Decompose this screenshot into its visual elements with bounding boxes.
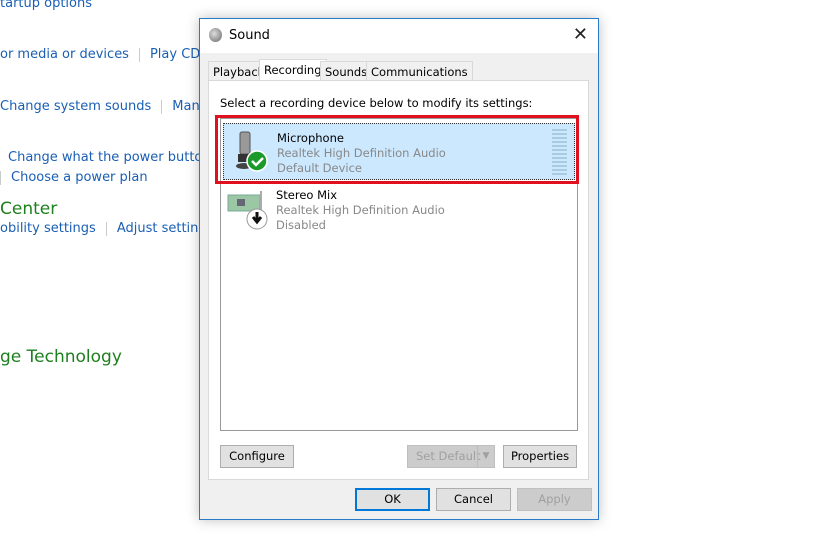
link-row: Choose a power plan: [0, 170, 148, 185]
sound-dialog: Sound ✕ Playback Recording Sounds Commun…: [199, 18, 599, 520]
instruction-label: Select a recording device below to modif…: [220, 96, 533, 110]
recording-panel: Select a recording device below to modif…: [208, 80, 589, 480]
speaker-icon: [209, 28, 222, 42]
ok-button[interactable]: OK: [355, 488, 430, 511]
link[interactable]: Change system sounds: [0, 99, 151, 114]
set-default-button: Set Default ▼: [407, 445, 495, 468]
cancel-button[interactable]: Cancel: [436, 488, 511, 511]
device-name: Stereo Mix: [276, 188, 338, 202]
link[interactable]: or media or devices: [0, 47, 129, 62]
link-row: Change system soundsManage: [0, 99, 224, 114]
category-heading[interactable]: ge Technology: [0, 347, 122, 367]
close-icon[interactable]: ✕: [573, 24, 588, 45]
set-default-label: Set Default: [416, 449, 481, 463]
link[interactable]: Choose a power plan: [11, 170, 148, 185]
sound-card-icon: [227, 191, 268, 230]
chevron-down-icon: ▼: [477, 446, 494, 467]
apply-button: Apply: [517, 488, 592, 511]
tab-sounds[interactable]: Sounds: [320, 61, 373, 80]
highlight-box: [215, 115, 579, 184]
device-item-stereo-mix[interactable]: Stereo Mix Realtek High Definition Audio…: [223, 181, 575, 238]
divider: [105, 221, 107, 236]
tab-communications[interactable]: Communications: [366, 61, 473, 80]
link[interactable]: Change what the power buttons d: [8, 150, 230, 165]
device-status: Disabled: [276, 218, 326, 232]
configure-button[interactable]: Configure: [220, 445, 294, 468]
link[interactable]: obility settings: [0, 221, 96, 236]
properties-button[interactable]: Properties: [503, 445, 577, 468]
link-row: or media or devices Play CDs or: [0, 47, 225, 62]
link-startup[interactable]: tartup options: [0, 0, 92, 11]
title-bar[interactable]: Sound ✕: [200, 19, 598, 53]
divider: [138, 47, 140, 62]
divider: [161, 99, 163, 114]
tab-recording[interactable]: Recording: [259, 59, 327, 81]
device-driver: Realtek High Definition Audio: [276, 203, 445, 217]
dialog-title: Sound: [229, 28, 270, 43]
category-heading[interactable]: Center: [0, 199, 57, 219]
divider: [0, 170, 1, 185]
